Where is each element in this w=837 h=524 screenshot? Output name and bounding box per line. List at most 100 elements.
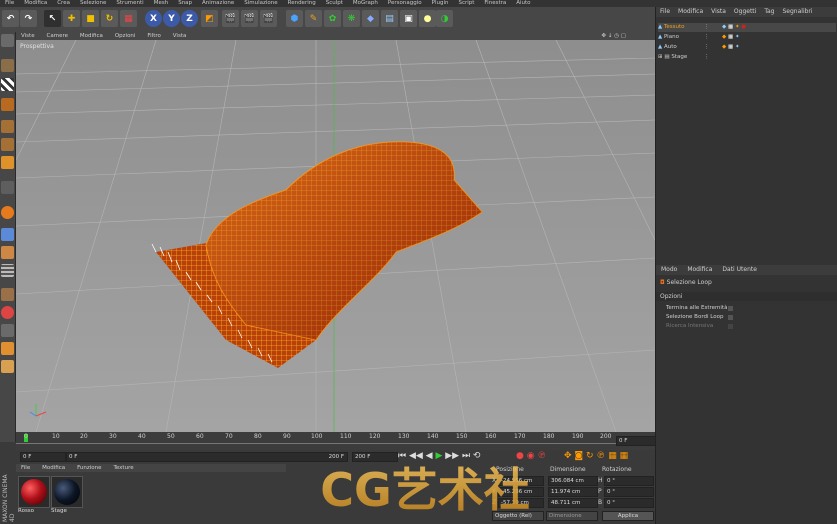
menu-modifica[interactable]: Modifica xyxy=(19,0,52,7)
menu-selezione[interactable]: Selezione xyxy=(75,0,111,7)
attr-menu-modo[interactable]: Modo xyxy=(656,265,682,275)
live-selection-icon[interactable]: ↖ xyxy=(44,10,61,27)
axis-y-button[interactable]: Y xyxy=(163,10,180,27)
material-rosso[interactable] xyxy=(18,476,50,508)
object-row-auto[interactable]: ▲ Auto ⋮ ◆ ▦ ✦ xyxy=(658,43,836,52)
om-menu-vista[interactable]: Vista xyxy=(707,7,730,17)
om-menu-tag[interactable]: Tag xyxy=(760,7,778,17)
render-picture-viewer-icon[interactable]: 🎬 xyxy=(241,10,258,27)
menu-mesh[interactable]: Mesh xyxy=(149,0,173,7)
sphere-icon[interactable] xyxy=(1,306,14,319)
snap-magnet-icon[interactable] xyxy=(1,206,14,219)
timeline-ruler[interactable]: 0 10 20 30 40 50 60 70 80 90 100 110 120… xyxy=(16,432,656,450)
viewport-menu-modifica[interactable]: Modifica xyxy=(75,33,108,39)
option-checkbox[interactable] xyxy=(728,315,733,320)
menu-aiuto[interactable]: Aiuto xyxy=(511,0,535,7)
rotate-icon[interactable]: ↻ xyxy=(101,10,118,27)
mograph-cloner-icon[interactable]: ❋ xyxy=(343,10,360,27)
menu-snap[interactable]: Snap xyxy=(173,0,197,7)
light-icon[interactable]: ● xyxy=(419,10,436,27)
texture-mode-icon[interactable] xyxy=(1,78,14,91)
option-termina-estremita[interactable]: Termina alle Estremità xyxy=(666,305,733,311)
size-y-field[interactable]: 11.974 cm xyxy=(548,487,598,497)
menu-file[interactable]: File xyxy=(0,0,19,7)
object-row-stage[interactable]: ⊞ ▤ Stage ⋮ xyxy=(658,53,836,62)
attr-menu-dati-utente[interactable]: Dati Utente xyxy=(717,265,762,275)
option-ricerca-intensiva[interactable]: Ricerca Intensiva xyxy=(666,323,733,329)
menu-plugin[interactable]: Plugin xyxy=(427,0,454,7)
om-menu-file[interactable]: File xyxy=(656,7,674,17)
rotation-h-field[interactable]: 0 ° xyxy=(604,476,654,486)
size-mode-select[interactable]: Dimensione xyxy=(546,511,598,521)
material-menu-modifica[interactable]: Modifica xyxy=(37,465,70,471)
material-menu-texture[interactable]: Texture xyxy=(108,465,138,471)
edges-mode-icon[interactable] xyxy=(1,138,14,151)
object-row-tessuto[interactable]: ▲ Tessuto ⋮ ◆ ▦ ✦ ● xyxy=(658,23,836,32)
3d-viewport[interactable]: Prospettiva xyxy=(16,40,655,432)
deformer-icon[interactable]: ◆ xyxy=(362,10,379,27)
undo-icon[interactable]: ↶ xyxy=(2,10,19,27)
menu-mograph[interactable]: MoGraph xyxy=(348,0,383,7)
rotation-p-field[interactable]: 0 ° xyxy=(604,487,654,497)
rotation-b-field[interactable]: 0 ° xyxy=(604,498,654,508)
viewport-menu-camere[interactable]: Camere xyxy=(42,33,73,39)
cube-icon[interactable]: ⬢ xyxy=(286,10,303,27)
floor-icon[interactable]: ▤ xyxy=(381,10,398,27)
recent-tools-icon[interactable]: ▦ xyxy=(120,10,137,27)
om-menu-modifica[interactable]: Modifica xyxy=(674,7,707,17)
option-checkbox[interactable] xyxy=(728,306,733,311)
axis-x-button[interactable]: X xyxy=(145,10,162,27)
menu-script[interactable]: Script xyxy=(453,0,479,7)
size-x-field[interactable]: 306.084 cm xyxy=(548,476,598,486)
visibility-dots-icon[interactable]: ⋮ xyxy=(704,33,710,42)
workplane-lock-icon[interactable] xyxy=(1,228,14,241)
solo-icon[interactable] xyxy=(1,288,14,301)
apply-button[interactable]: Applica xyxy=(602,511,654,521)
display-toggle-icon[interactable]: ◑ xyxy=(436,10,453,27)
grid-icon[interactable] xyxy=(1,264,14,277)
menu-crea[interactable]: Crea xyxy=(52,0,75,7)
viewport-menu-viste[interactable]: Viste xyxy=(16,33,40,39)
menu-personaggio[interactable]: Personaggio xyxy=(383,0,427,7)
menu-strumenti[interactable]: Strumenti xyxy=(111,0,148,7)
axis-z-button[interactable]: Z xyxy=(181,10,198,27)
start-frame-field[interactable]: 0 F xyxy=(20,452,66,462)
coordinate-system-icon[interactable]: ◩ xyxy=(201,10,218,27)
menu-simulazione[interactable]: Simulazione xyxy=(239,0,282,7)
move-icon[interactable]: ✚ xyxy=(63,10,80,27)
visibility-dots-icon[interactable]: ⋮ xyxy=(704,23,710,32)
menu-rendering[interactable]: Rendering xyxy=(283,0,321,7)
points-mode-icon[interactable] xyxy=(1,120,14,133)
make-editable-icon[interactable] xyxy=(1,34,14,47)
render-settings-icon[interactable]: 🎬 xyxy=(260,10,277,27)
size-z-field[interactable]: 48.711 cm xyxy=(548,498,598,508)
viewport-menu-filtro[interactable]: Filtro xyxy=(142,33,165,39)
polygons-mode-icon[interactable] xyxy=(1,156,14,169)
redo-icon[interactable]: ↷ xyxy=(20,10,37,27)
material-menu-funzione[interactable]: Funzione xyxy=(72,465,106,471)
subdivision-icon[interactable]: ✿ xyxy=(324,10,341,27)
menu-animazione[interactable]: Animazione xyxy=(197,0,239,7)
expand-toggle-icon[interactable]: ⊞ xyxy=(658,54,663,60)
attr-menu-modifica[interactable]: Modifica xyxy=(682,265,717,275)
material-stage[interactable] xyxy=(51,476,83,508)
om-menu-segnalibri[interactable]: Segnalibri xyxy=(779,7,817,17)
spline-pen-icon[interactable]: ✎ xyxy=(305,10,322,27)
viewport-menu-vista[interactable]: Vista xyxy=(168,33,192,39)
keyframe-controls[interactable]: ✥ ◙ ↻ ℗ ▦ ▦ xyxy=(564,451,628,461)
layer-icon[interactable] xyxy=(1,324,14,337)
visibility-dots-icon[interactable]: ⋮ xyxy=(704,53,710,62)
option-selezione-bordi-loop[interactable]: Selezione Bordi Loop xyxy=(666,314,733,320)
object-row-piano[interactable]: ▲ Piano ⋮ ◆ ▦ ✦ xyxy=(658,33,836,42)
menu-finestra[interactable]: Finestra xyxy=(479,0,511,7)
viewport-menu-opzioni[interactable]: Opzioni xyxy=(110,33,141,39)
lock-icon[interactable] xyxy=(1,342,14,355)
material-menu-file[interactable]: File xyxy=(16,465,35,471)
menu-sculpt[interactable]: Sculpt xyxy=(321,0,348,7)
scale-icon[interactable]: ■ xyxy=(82,10,99,27)
render-view-icon[interactable]: 🎬 xyxy=(222,10,239,27)
workplane-icon[interactable] xyxy=(1,98,14,111)
model-mode-icon[interactable] xyxy=(1,59,14,72)
current-frame-field[interactable]: 0 F xyxy=(616,436,656,446)
camera-icon[interactable]: ▣ xyxy=(400,10,417,27)
